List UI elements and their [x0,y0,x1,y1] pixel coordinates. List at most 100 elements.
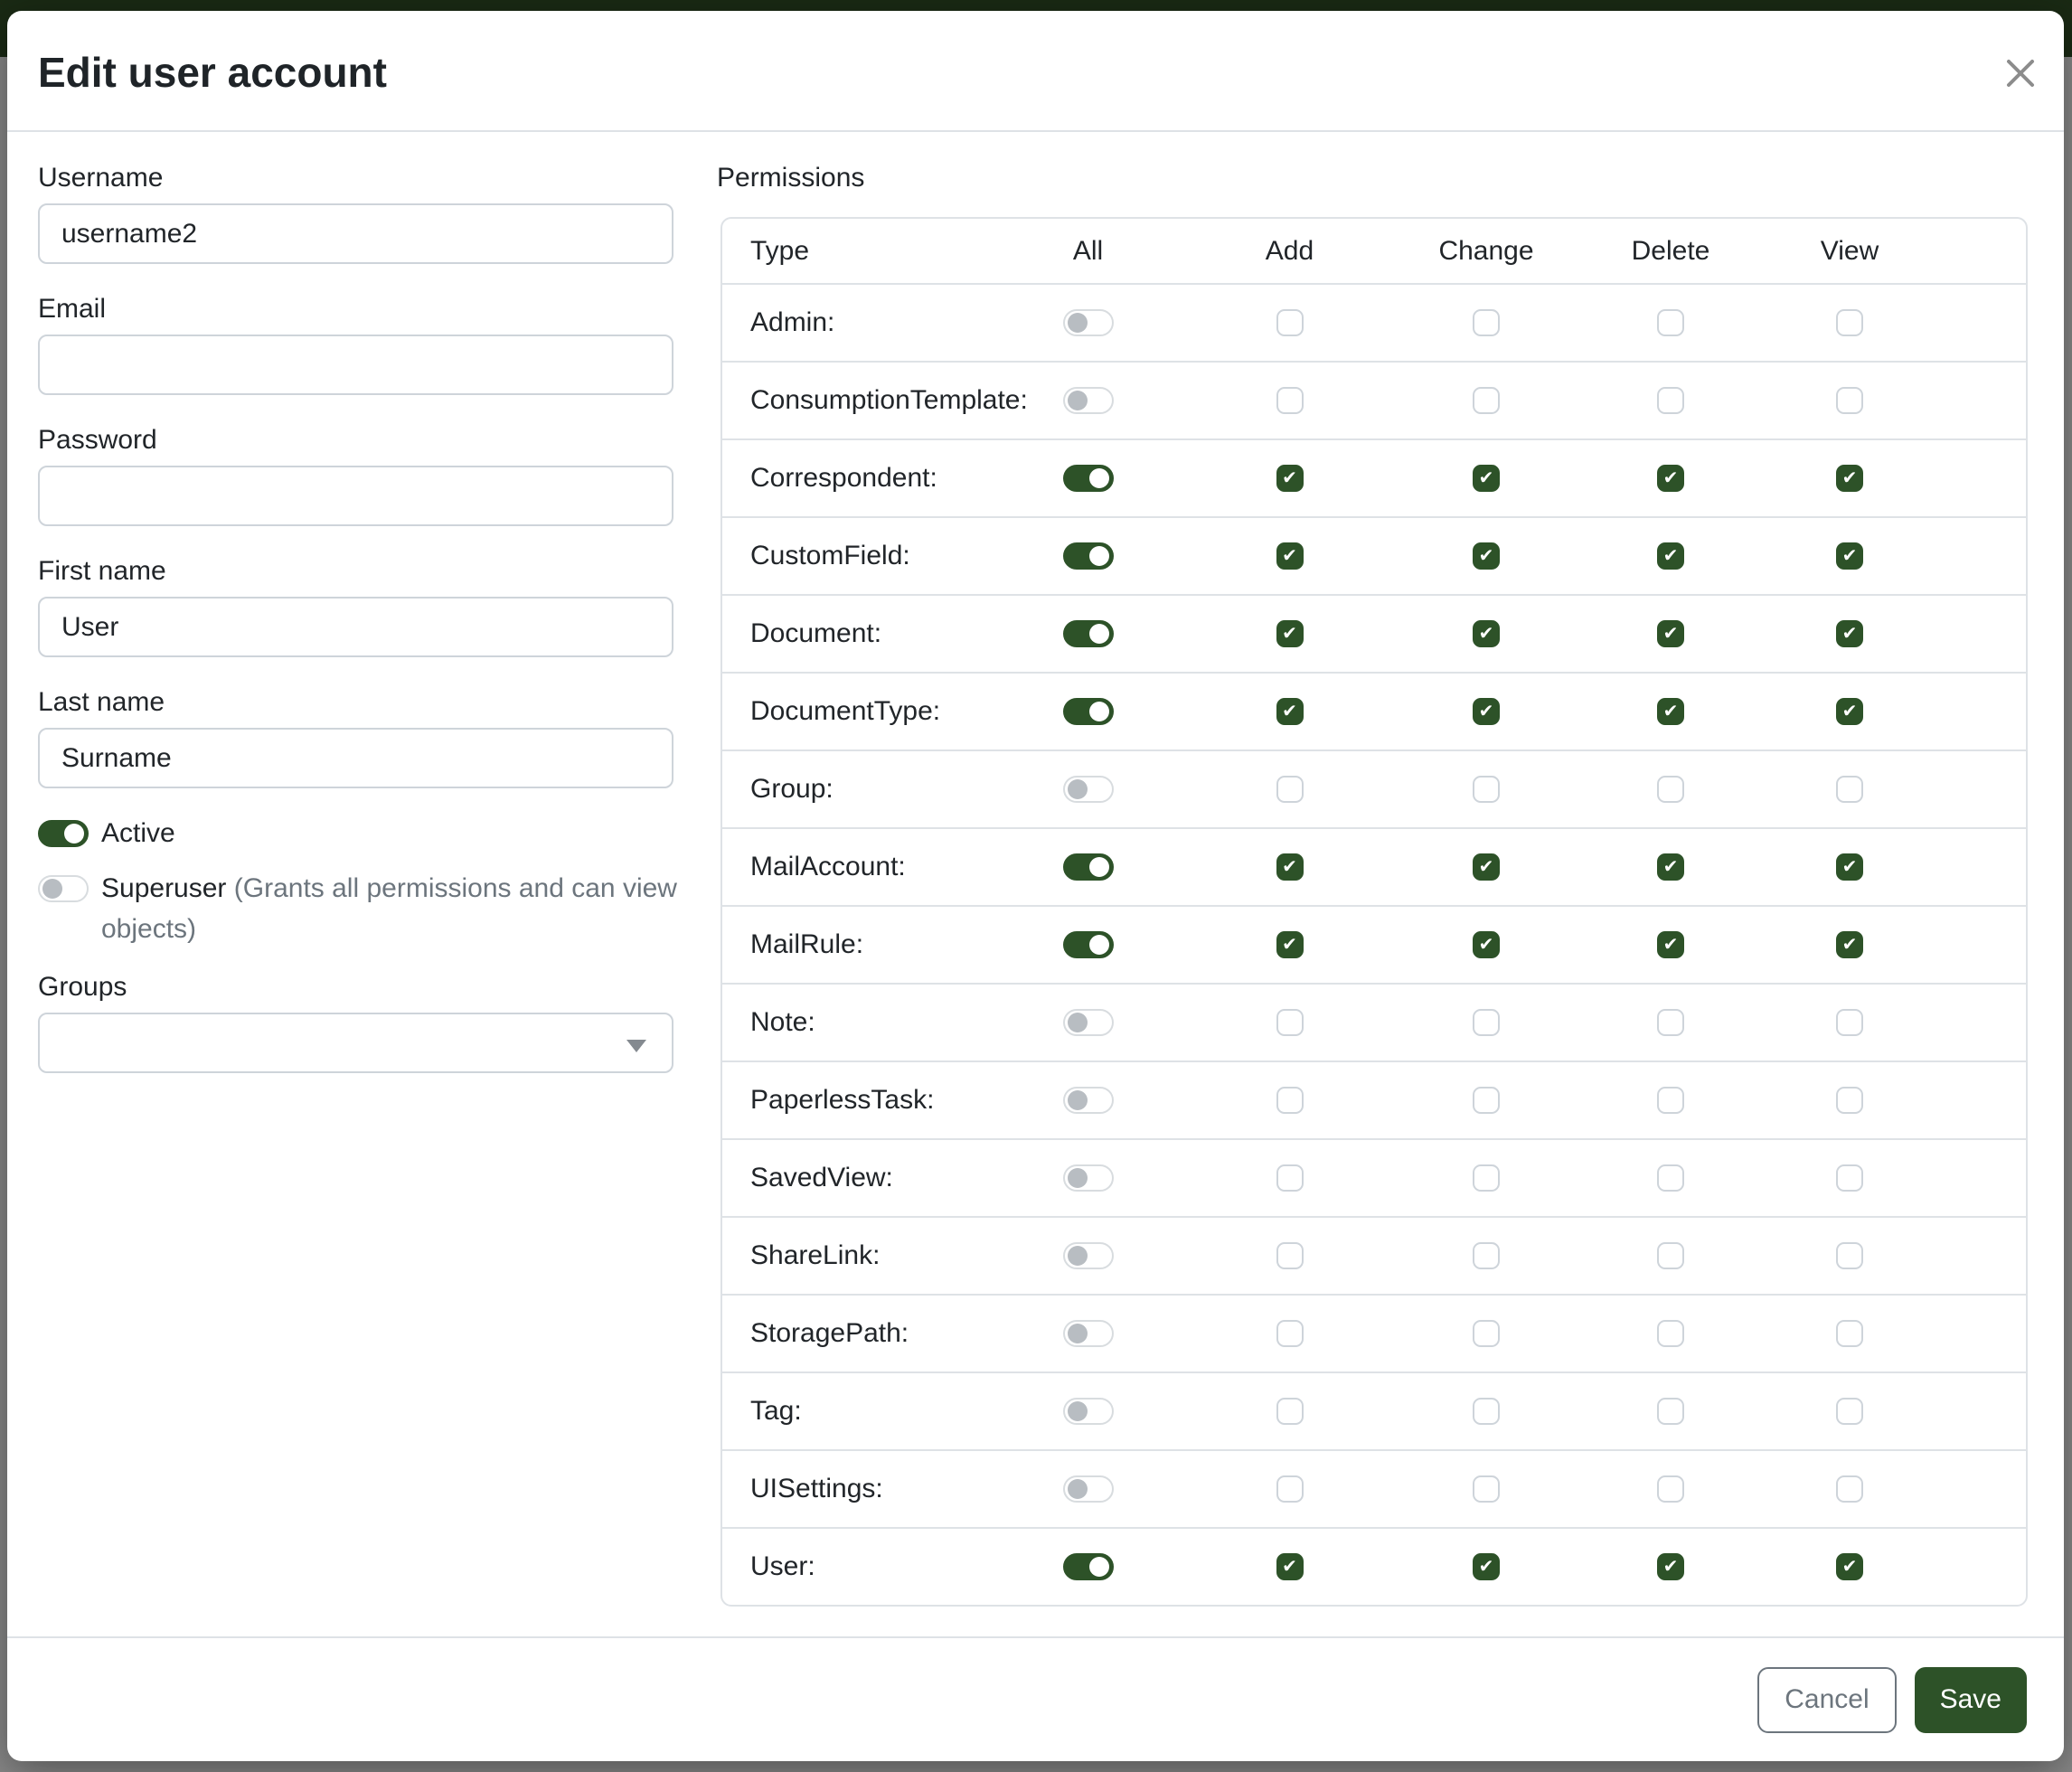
perm-change-checkbox[interactable] [1473,853,1500,881]
perm-delete-checkbox[interactable] [1657,1009,1684,1036]
save-button[interactable]: Save [1915,1667,2027,1733]
superuser-text: Superuser (Grants all permissions and ca… [101,868,680,949]
perm-add-checkbox[interactable] [1276,1398,1304,1425]
perm-add-checkbox[interactable] [1276,387,1304,414]
perm-all-toggle[interactable] [1063,542,1114,570]
perm-all-toggle[interactable] [1063,465,1114,492]
perm-all-toggle[interactable] [1063,853,1114,881]
perm-view-checkbox[interactable] [1836,776,1863,803]
perm-change-checkbox[interactable] [1473,698,1500,725]
perm-delete-checkbox[interactable] [1657,1164,1684,1192]
perm-delete-checkbox[interactable] [1657,1553,1684,1580]
perm-all-toggle[interactable] [1063,309,1114,336]
perm-add-checkbox[interactable] [1276,309,1304,336]
password-input[interactable] [38,466,673,526]
email-input[interactable] [38,335,673,395]
perm-all-toggle[interactable] [1063,1242,1114,1269]
table-row: MailAccount: [722,827,2026,905]
perm-change-checkbox[interactable] [1473,542,1500,570]
perm-view-checkbox[interactable] [1836,1553,1863,1580]
perm-delete-checkbox[interactable] [1657,1087,1684,1114]
perm-delete-checkbox[interactable] [1657,1475,1684,1503]
perm-view-checkbox[interactable] [1836,1398,1863,1425]
perm-all-toggle[interactable] [1063,1164,1114,1192]
perm-view-checkbox[interactable] [1836,1164,1863,1192]
perm-view-checkbox[interactable] [1836,1242,1863,1269]
perm-all-toggle[interactable] [1063,776,1114,803]
perm-add-checkbox[interactable] [1276,465,1304,492]
table-row: User: [722,1527,2026,1605]
perm-all-toggle[interactable] [1063,387,1114,414]
perm-add-checkbox[interactable] [1276,1242,1304,1269]
perm-view-checkbox[interactable] [1836,931,1863,958]
perm-add-checkbox[interactable] [1276,776,1304,803]
perm-view-checkbox[interactable] [1836,465,1863,492]
first-name-input[interactable] [38,597,673,657]
username-input[interactable] [38,203,673,264]
perm-delete-checkbox[interactable] [1657,620,1684,647]
perm-all-toggle[interactable] [1063,1475,1114,1503]
perm-delete-checkbox[interactable] [1657,776,1684,803]
superuser-toggle[interactable] [38,875,89,902]
perm-add-checkbox[interactable] [1276,1475,1304,1503]
perm-all-toggle[interactable] [1063,1553,1114,1580]
perm-view-checkbox[interactable] [1836,620,1863,647]
perm-view-checkbox[interactable] [1836,1009,1863,1036]
perm-view-checkbox[interactable] [1836,1320,1863,1347]
perm-add-checkbox[interactable] [1276,1087,1304,1114]
perm-add-checkbox[interactable] [1276,1164,1304,1192]
perm-delete-checkbox[interactable] [1657,853,1684,881]
perm-add-checkbox[interactable] [1276,1553,1304,1580]
perm-add-checkbox[interactable] [1276,620,1304,647]
perm-add-checkbox[interactable] [1276,1009,1304,1036]
perm-change-checkbox[interactable] [1473,620,1500,647]
perm-change-checkbox[interactable] [1473,1009,1500,1036]
perm-change-checkbox[interactable] [1473,387,1500,414]
perm-view-checkbox[interactable] [1836,853,1863,881]
perm-change-checkbox[interactable] [1473,931,1500,958]
perm-add-checkbox[interactable] [1276,1320,1304,1347]
perm-delete-checkbox[interactable] [1657,387,1684,414]
modal-header: Edit user account [7,11,2064,132]
perm-change-checkbox[interactable] [1473,1475,1500,1503]
perm-all-toggle[interactable] [1063,698,1114,725]
perm-change-checkbox[interactable] [1473,309,1500,336]
perm-change-checkbox[interactable] [1473,1398,1500,1425]
perm-all-toggle[interactable] [1063,1009,1114,1036]
perm-all-toggle[interactable] [1063,620,1114,647]
perm-view-checkbox[interactable] [1836,387,1863,414]
perm-delete-checkbox[interactable] [1657,465,1684,492]
perm-all-toggle[interactable] [1063,1398,1114,1425]
perm-view-checkbox[interactable] [1836,309,1863,336]
perm-add-checkbox[interactable] [1276,698,1304,725]
perm-change-checkbox[interactable] [1473,1164,1500,1192]
perm-delete-checkbox[interactable] [1657,542,1684,570]
perm-delete-checkbox[interactable] [1657,698,1684,725]
perm-view-checkbox[interactable] [1836,542,1863,570]
perm-all-toggle[interactable] [1063,1087,1114,1114]
perm-add-checkbox[interactable] [1276,853,1304,881]
close-button[interactable] [2001,53,2040,93]
groups-select[interactable] [38,1013,673,1073]
perm-all-toggle[interactable] [1063,931,1114,958]
last-name-input[interactable] [38,728,673,788]
perm-change-checkbox[interactable] [1473,1553,1500,1580]
perm-add-checkbox[interactable] [1276,931,1304,958]
perm-change-checkbox[interactable] [1473,1320,1500,1347]
perm-delete-checkbox[interactable] [1657,1398,1684,1425]
active-toggle[interactable] [38,820,89,847]
perm-view-checkbox[interactable] [1836,1475,1863,1503]
perm-change-checkbox[interactable] [1473,1087,1500,1114]
perm-delete-checkbox[interactable] [1657,931,1684,958]
perm-change-checkbox[interactable] [1473,776,1500,803]
perm-change-checkbox[interactable] [1473,465,1500,492]
perm-delete-checkbox[interactable] [1657,1242,1684,1269]
perm-view-checkbox[interactable] [1836,698,1863,725]
perm-delete-checkbox[interactable] [1657,309,1684,336]
perm-all-toggle[interactable] [1063,1320,1114,1347]
perm-view-checkbox[interactable] [1836,1087,1863,1114]
perm-add-checkbox[interactable] [1276,542,1304,570]
cancel-button[interactable]: Cancel [1757,1667,1896,1733]
perm-change-checkbox[interactable] [1473,1242,1500,1269]
perm-delete-checkbox[interactable] [1657,1320,1684,1347]
